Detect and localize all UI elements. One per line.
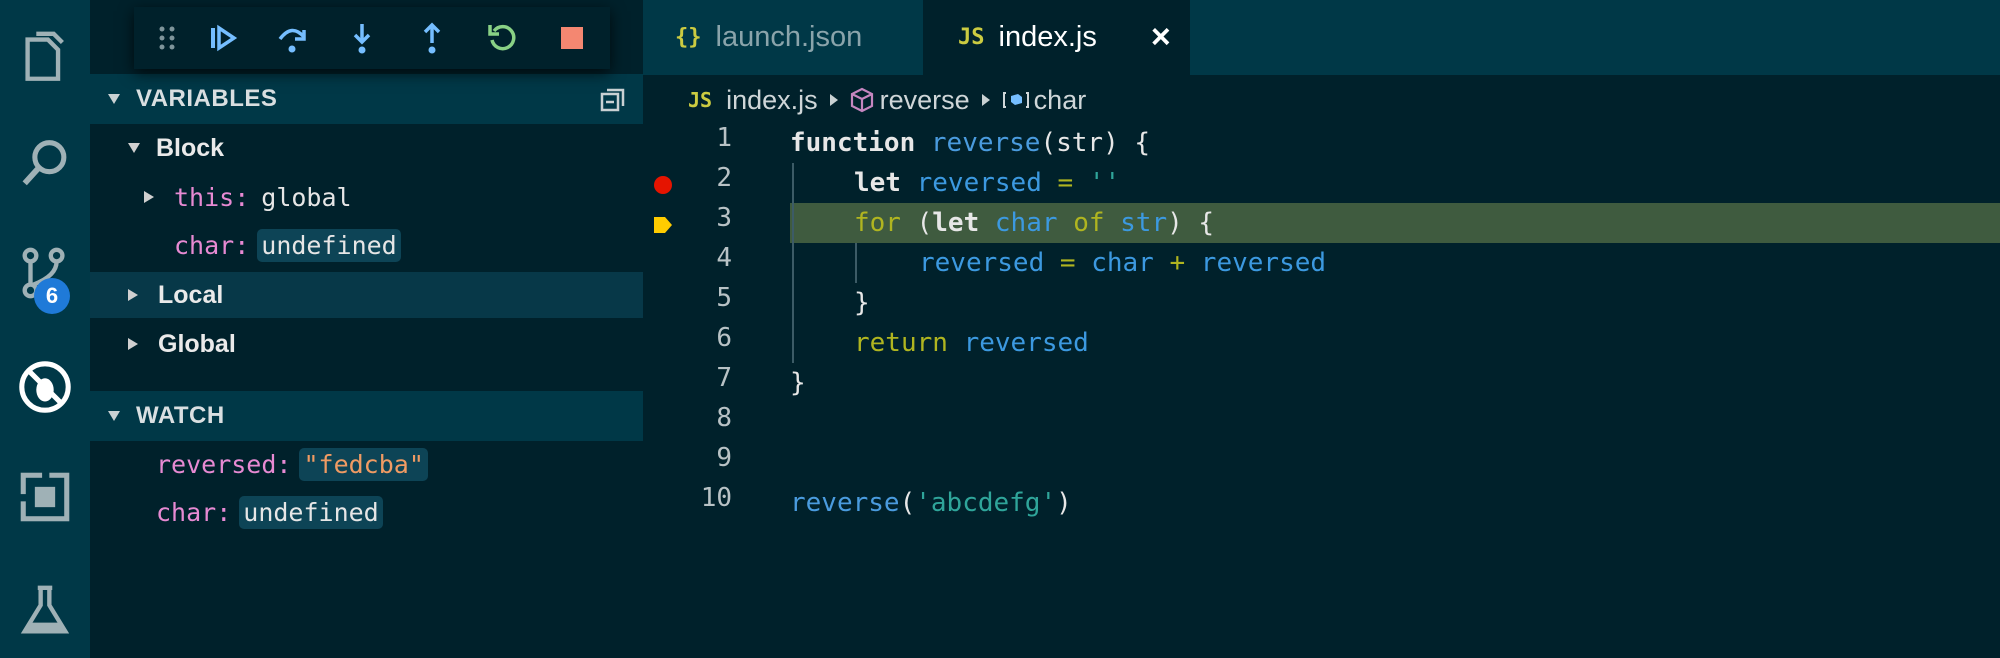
step-over-icon[interactable] xyxy=(275,21,309,55)
debug-sidebar: VARIABLES Block this: global char: undef… xyxy=(90,0,643,658)
watch-value: "fedcba" xyxy=(299,447,428,481)
line-number: 7 xyxy=(716,363,732,393)
breakpoint-icon[interactable] xyxy=(653,175,673,195)
breadcrumb: JS index.js reverse char xyxy=(643,75,2000,125)
step-into-icon[interactable] xyxy=(345,21,379,55)
chevron-right-icon xyxy=(829,94,838,106)
scope-label: Global xyxy=(158,329,236,358)
line-number: 4 xyxy=(716,243,732,273)
breadcrumb-variable[interactable]: char xyxy=(1034,85,1087,116)
debug-icon[interactable] xyxy=(0,342,90,432)
chevron-right-icon xyxy=(144,191,154,203)
scope-block[interactable]: Block xyxy=(90,125,643,171)
chevron-down-icon xyxy=(108,411,120,421)
code-line-5: } xyxy=(854,288,870,318)
json-file-icon: {} xyxy=(675,25,702,50)
extensions-icon[interactable] xyxy=(0,452,90,542)
js-file-icon: JS xyxy=(688,88,713,112)
variable-char[interactable]: char: undefined xyxy=(90,222,643,268)
code-line-3: for (let char of str) { xyxy=(854,208,1215,238)
chevron-down-icon xyxy=(108,94,120,104)
code-line-1: function reverse(str) { xyxy=(790,128,1151,158)
code-line-4: reversed = char + reversed xyxy=(919,248,1327,278)
line-number: 5 xyxy=(716,283,732,313)
editor-tabs: {} launch.json JS index.js × xyxy=(643,0,2000,75)
tab-index-js[interactable]: JS index.js × xyxy=(923,0,1190,75)
code-line-6: return reversed xyxy=(854,328,1089,358)
collapse-all-icon[interactable] xyxy=(599,84,629,114)
variables-header[interactable]: VARIABLES xyxy=(90,74,643,124)
line-number: 1 xyxy=(716,123,732,153)
code-line-10: reverse('abcdefg') xyxy=(790,488,1072,518)
code-line-7: } xyxy=(790,368,806,398)
tab-label: index.js xyxy=(998,21,1097,53)
chevron-down-icon xyxy=(128,143,140,153)
breadcrumb-file[interactable]: index.js xyxy=(726,85,818,116)
search-icon[interactable] xyxy=(0,118,90,208)
scope-label: Block xyxy=(156,133,225,162)
breadcrumb-symbol[interactable]: reverse xyxy=(880,85,970,116)
line-number: 9 xyxy=(716,443,732,473)
scope-local[interactable]: Local xyxy=(90,272,643,318)
restart-icon[interactable] xyxy=(485,21,519,55)
watch-title: WATCH xyxy=(136,402,225,429)
variable-name: char: xyxy=(174,230,250,260)
scope-global[interactable]: Global xyxy=(90,321,643,367)
scope-label: Local xyxy=(158,280,224,309)
drag-handle-icon[interactable] xyxy=(150,21,184,55)
variable-value: undefined xyxy=(257,228,401,262)
watch-header[interactable]: WATCH xyxy=(90,391,643,441)
close-icon[interactable]: × xyxy=(1151,18,1171,57)
current-execution-arrow-icon xyxy=(654,217,672,233)
watch-name: char: xyxy=(156,497,232,527)
variable-value: global xyxy=(261,182,352,212)
code-line-2: let reversed = '' xyxy=(854,168,1121,198)
tab-launch-json[interactable]: {} launch.json xyxy=(643,0,923,75)
variable-icon xyxy=(1002,92,1029,108)
chevron-right-icon xyxy=(981,94,990,106)
variable-this[interactable]: this: global xyxy=(90,174,643,220)
flask-icon[interactable] xyxy=(0,566,90,656)
watch-name: reversed: xyxy=(156,449,292,479)
watch-item-char[interactable]: char: undefined xyxy=(90,489,643,535)
explorer-icon[interactable] xyxy=(0,12,90,102)
line-number: 8 xyxy=(716,403,732,433)
continue-icon[interactable] xyxy=(205,21,239,55)
chevron-right-icon xyxy=(128,338,138,350)
method-icon xyxy=(850,87,873,113)
variable-name: this: xyxy=(174,182,250,212)
variables-title: VARIABLES xyxy=(136,85,278,112)
source-control-badge: 6 xyxy=(34,278,70,314)
stop-icon[interactable] xyxy=(555,21,589,55)
watch-item-reversed[interactable]: reversed: "fedcba" xyxy=(90,441,643,487)
debug-toolbar xyxy=(134,7,610,69)
chevron-right-icon xyxy=(128,289,138,301)
watch-value: undefined xyxy=(239,495,383,529)
line-number: 6 xyxy=(716,323,732,353)
tab-label: launch.json xyxy=(715,21,863,53)
step-out-icon[interactable] xyxy=(415,21,449,55)
js-file-icon: JS xyxy=(958,25,985,50)
line-number: 10 xyxy=(700,483,732,513)
activity-bar: 6 xyxy=(0,0,90,658)
